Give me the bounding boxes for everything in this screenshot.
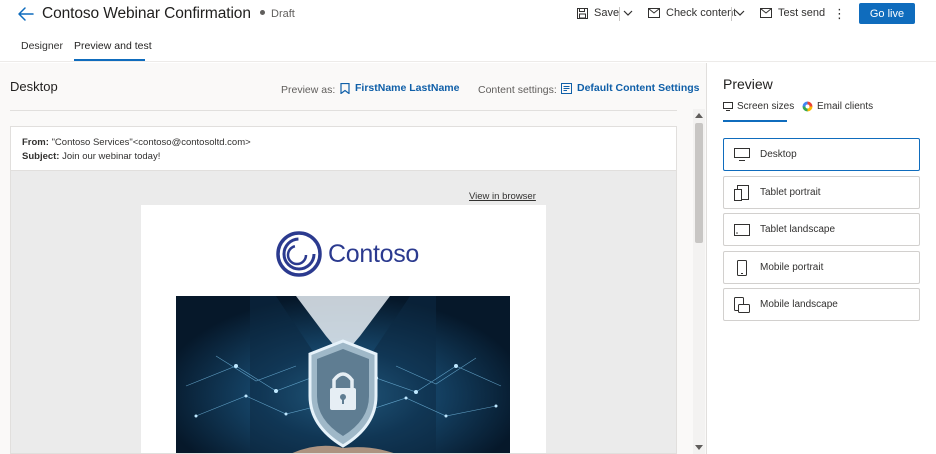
status-dot-icon: [260, 10, 265, 15]
mobile-portrait-size-button[interactable]: Mobile portrait: [723, 251, 920, 284]
mobile-landscape-size-button[interactable]: Mobile landscape: [723, 288, 920, 321]
tab-screen-sizes[interactable]: Screen sizes: [723, 101, 794, 112]
subject-value: Join our webinar today!: [62, 151, 161, 162]
mobile-landscape-icon: [724, 296, 760, 313]
from-value: "Contoso Services"<contoso@contosoltd.co…: [51, 137, 251, 148]
preview-side-panel: Preview Screen sizes Email clients Deskt…: [708, 63, 936, 454]
divider: [10, 110, 677, 111]
save-button[interactable]: Save: [577, 7, 619, 19]
mail-icon: [760, 8, 772, 18]
tab-screen-sizes-label: Screen sizes: [737, 101, 795, 112]
tab-bar: Designer Preview and test: [0, 32, 936, 62]
mobile-portrait-label: Mobile portrait: [760, 262, 824, 273]
check-content-button[interactable]: Check content: [648, 7, 736, 19]
back-arrow-icon[interactable]: [16, 5, 36, 23]
side-panel-title: Preview: [723, 76, 773, 92]
email-clients-icon: [802, 101, 813, 112]
logo-text: Contoso: [328, 239, 420, 268]
tablet-landscape-label: Tablet landscape: [760, 224, 836, 235]
content-settings-value: Default Content Settings: [577, 82, 700, 94]
preview-scrollbar[interactable]: [693, 109, 705, 454]
save-label: Save: [594, 7, 620, 19]
tab-email-clients-label: Email clients: [817, 101, 874, 112]
content-settings-label: Content settings:: [478, 84, 557, 96]
screen-sizes-icon: [723, 102, 733, 111]
mail-check-icon: [648, 8, 660, 18]
save-icon: [577, 7, 588, 19]
preview-pane: Desktop Preview as: FirstName LastName C…: [0, 63, 707, 454]
from-label: From:: [22, 137, 49, 148]
tab-email-clients[interactable]: Email clients: [802, 101, 873, 112]
email-header-info: From: "Contoso Services"<contoso@contoso…: [11, 127, 676, 171]
view-in-browser-link[interactable]: View in browser: [469, 191, 536, 202]
tab-designer[interactable]: Designer: [21, 40, 63, 52]
desktop-icon: [724, 148, 760, 161]
subject-label: Subject:: [22, 151, 60, 162]
test-send-button[interactable]: Test send: [760, 7, 825, 19]
check-content-label: Check content: [666, 7, 737, 19]
scroll-thumb[interactable]: [695, 123, 703, 243]
go-live-button[interactable]: Go live: [859, 3, 915, 24]
content-settings-selector[interactable]: Default Content Settings: [561, 82, 700, 94]
divider: [619, 7, 620, 21]
active-tab-indicator: [74, 59, 145, 61]
tab-preview-and-test[interactable]: Preview and test: [74, 40, 152, 52]
tablet-portrait-icon: [724, 184, 760, 201]
active-tab-indicator: [723, 120, 787, 122]
email-preview-frame: From: "Contoso Services"<contoso@contoso…: [10, 126, 677, 454]
tablet-landscape-size-button[interactable]: Tablet landscape: [723, 213, 920, 246]
tablet-portrait-size-button[interactable]: Tablet portrait: [723, 176, 920, 209]
mobile-landscape-label: Mobile landscape: [760, 299, 838, 310]
tablet-portrait-label: Tablet portrait: [760, 187, 821, 198]
save-chevron-down-icon[interactable]: [623, 8, 633, 18]
desktop-label: Desktop: [760, 149, 797, 160]
content-settings-icon: [561, 82, 572, 94]
desktop-size-button[interactable]: Desktop: [723, 138, 920, 171]
contact-card-icon: [340, 82, 350, 94]
hero-image: [176, 296, 510, 453]
contoso-logo: Contoso: [276, 231, 419, 277]
from-row: From: "Contoso Services"<contoso@contoso…: [22, 137, 251, 148]
command-bar: Contoso Webinar Confirmation Draft Save …: [0, 0, 936, 30]
test-send-label: Test send: [778, 7, 826, 19]
tablet-landscape-icon: [724, 223, 760, 236]
preview-as-value: FirstName LastName: [355, 82, 460, 94]
mobile-portrait-icon: [724, 259, 760, 276]
scroll-down-arrow-icon[interactable]: [695, 445, 703, 450]
more-options-icon[interactable]: ⋮: [833, 6, 846, 22]
contoso-logo-icon: [276, 231, 322, 277]
page-title: Contoso Webinar Confirmation: [42, 5, 251, 22]
status-badge: Draft: [260, 8, 295, 20]
scroll-up-arrow-icon[interactable]: [695, 113, 703, 118]
check-content-chevron-down-icon[interactable]: [735, 8, 745, 18]
preview-as-label: Preview as:: [281, 84, 336, 96]
view-title: Desktop: [10, 79, 58, 94]
status-text: Draft: [271, 8, 295, 20]
preview-as-selector[interactable]: FirstName LastName: [340, 82, 459, 94]
divider: [731, 7, 732, 21]
subject-row: Subject: Join our webinar today!: [22, 151, 160, 162]
email-body: Contoso: [141, 205, 546, 453]
